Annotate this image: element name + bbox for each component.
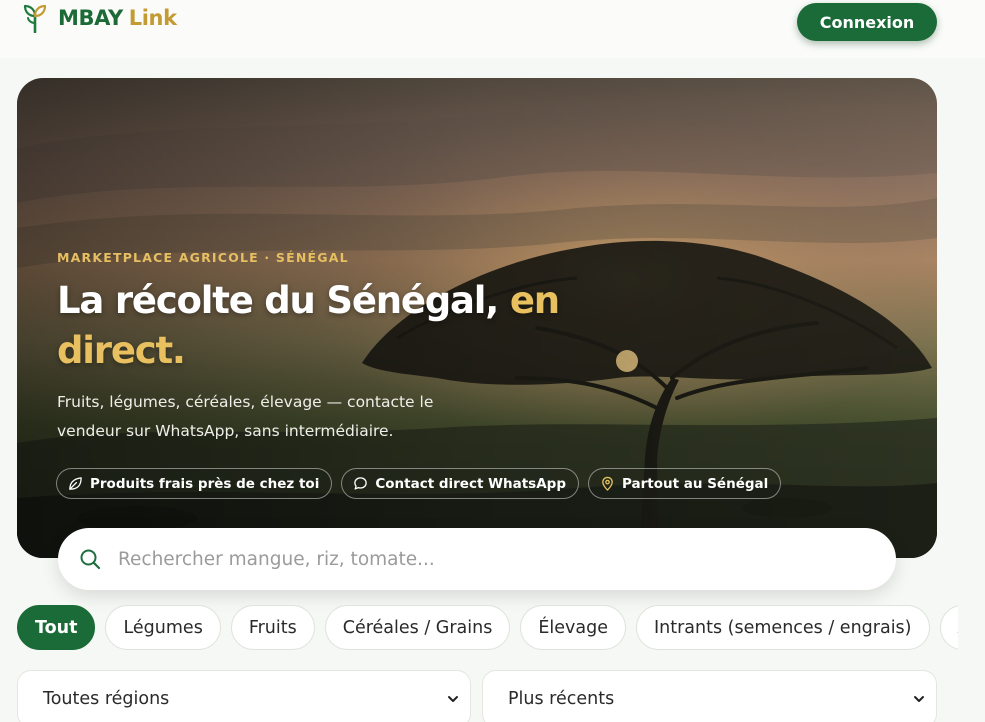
category-chip-inputs[interactable]: Intrants (semences / engrais)	[636, 605, 930, 650]
category-chip-partial[interactable]: A	[939, 605, 958, 650]
badge-label: Contact direct WhatsApp	[375, 475, 566, 492]
sort-select[interactable]: Plus récents	[482, 670, 937, 722]
hero-content: MARKETPLACE AGRICOLE · SÉNÉGAL La récolt…	[57, 250, 617, 446]
badge-everywhere: Partout au Sénégal	[588, 468, 782, 499]
hero-subtitle: Fruits, légumes, céréales, élevage — con…	[57, 393, 434, 440]
hero-banner: MARKETPLACE AGRICOLE · SÉNÉGAL La récolt…	[17, 78, 937, 558]
region-select[interactable]: Toutes régions	[17, 670, 471, 722]
brand-suffix: Link	[128, 6, 177, 30]
badge-whatsapp: Contact direct WhatsApp	[341, 468, 579, 499]
sprout-icon	[23, 4, 47, 33]
chevron-down-icon	[448, 696, 458, 702]
map-pin-icon	[602, 476, 613, 491]
category-chip-fruits[interactable]: Fruits	[230, 605, 315, 650]
search-bar[interactable]	[58, 528, 896, 590]
brand-name: MBAY	[58, 6, 123, 30]
login-button[interactable]: Connexion	[797, 3, 937, 41]
badge-label: Partout au Sénégal	[622, 475, 769, 492]
category-chip-cereals[interactable]: Céréales / Grains	[324, 605, 511, 650]
badge-label: Produits frais près de chez toi	[90, 475, 320, 492]
category-chip-livestock[interactable]: Élevage	[520, 605, 626, 650]
region-select-value: Toutes régions	[43, 689, 170, 709]
category-chip-vegetables[interactable]: Légumes	[105, 605, 221, 650]
hero-headline: La récolte du Sénégal, en direct.	[57, 276, 617, 376]
headline-main: La récolte du Sénégal,	[57, 279, 499, 322]
search-icon	[80, 549, 101, 570]
brand-logo[interactable]: MBAY Link	[22, 3, 177, 33]
badge-fresh-products: Produits frais près de chez toi	[56, 468, 333, 499]
sort-select-value: Plus récents	[508, 689, 615, 709]
category-chip-all[interactable]: Tout	[17, 605, 96, 650]
chat-bubble-icon	[354, 477, 368, 490]
hero-badges: Produits frais près de chez toi Contact …	[56, 468, 782, 499]
hero-eyebrow: MARKETPLACE AGRICOLE · SÉNÉGAL	[57, 250, 349, 265]
search-input[interactable]	[118, 548, 858, 570]
leaf-icon	[69, 477, 82, 490]
top-navbar: MBAY Link Connexion	[0, 0, 985, 58]
category-filter-bar: Tout Légumes Fruits Céréales / Grains Él…	[17, 605, 958, 651]
chevron-down-icon	[914, 696, 924, 702]
